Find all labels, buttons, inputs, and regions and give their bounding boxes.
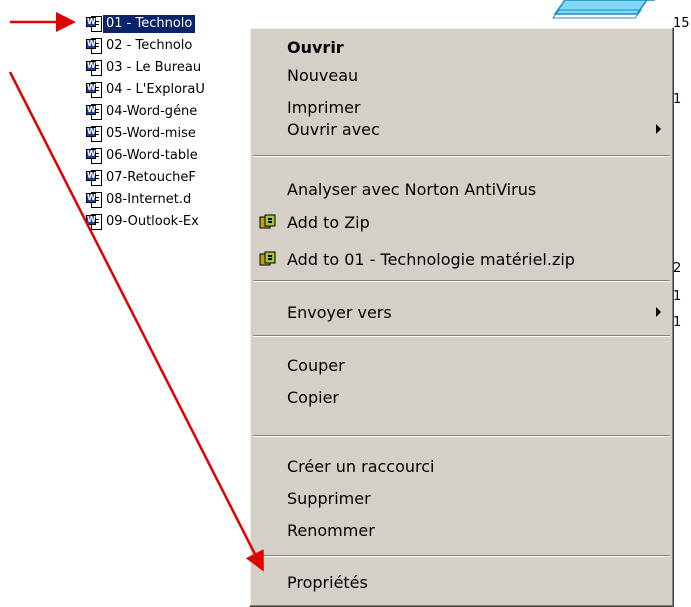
file-name: 04 - L'ExploraU — [106, 82, 205, 97]
menu-separator — [253, 280, 670, 282]
menu-label: Envoyer vers — [287, 302, 392, 322]
file-item-10[interactable]: W 09-Outlook-Ex — [86, 211, 202, 233]
menu-separator — [253, 155, 670, 157]
menu-label: Copier — [287, 387, 339, 407]
menu-item-rename[interactable]: Renommer — [250, 515, 673, 545]
menu-item-scan-norton[interactable]: Analyser avec Norton AntiVirus — [250, 174, 673, 204]
file-item-06[interactable]: W 05-Word-mise — [86, 123, 199, 145]
file-item-04[interactable]: W 04 - L'ExploraU — [86, 79, 208, 101]
file-item-09[interactable]: W 08-Internet.d — [86, 189, 194, 211]
winzip-icon — [259, 251, 276, 266]
menu-label: Ouvrir — [287, 37, 344, 57]
menu-item-add-zip[interactable]: Add to Zip — [250, 207, 673, 237]
file-item-01[interactable]: W 01 - Technolo — [86, 13, 196, 35]
file-name: 06-Word-table — [106, 148, 198, 163]
winzip-icon — [259, 214, 276, 229]
file-size: 1 — [673, 315, 682, 330]
word-document-icon: W — [86, 15, 102, 33]
file-item-05[interactable]: W 04-Word-géne — [86, 101, 200, 123]
file-name: 01 - Technolo — [103, 15, 196, 33]
menu-label: Supprimer — [287, 488, 371, 508]
word-document-icon: W — [86, 191, 102, 209]
file-size: 1 — [673, 289, 682, 304]
file-name: 05-Word-mise — [106, 126, 196, 141]
word-document-icon: W — [86, 147, 102, 165]
menu-item-copy[interactable]: Copier — [250, 382, 673, 412]
menu-label: Analyser avec Norton AntiVirus — [287, 179, 537, 199]
file-item-03[interactable]: W 03 - Le Bureau — [86, 57, 204, 79]
menu-label: Add to 01 - Technologie matériel.zip — [287, 249, 575, 269]
menu-item-delete[interactable]: Supprimer — [250, 483, 673, 513]
decorative-shape — [552, 0, 655, 19]
submenu-arrow-icon — [656, 307, 661, 317]
menu-item-send-to[interactable]: Envoyer vers — [250, 297, 673, 327]
word-document-icon: W — [86, 213, 102, 231]
menu-item-open-with[interactable]: Ouvrir avec — [250, 114, 673, 144]
file-item-08[interactable]: W 07-RetoucheF — [86, 167, 199, 189]
file-name: 07-RetoucheF — [106, 170, 196, 185]
menu-label: Add to Zip — [287, 212, 370, 232]
word-document-icon: W — [86, 81, 102, 99]
word-document-icon: W — [86, 103, 102, 121]
word-document-icon: W — [86, 59, 102, 77]
menu-item-properties[interactable]: Propriétés — [250, 567, 673, 597]
file-name: 02 - Technolo — [106, 38, 193, 53]
menu-separator — [253, 435, 670, 437]
menu-item-open[interactable]: Ouvrir — [250, 32, 673, 62]
file-name: 04-Word-géne — [106, 104, 198, 119]
file-size: 1 — [673, 92, 682, 107]
menu-label: Nouveau — [287, 65, 359, 85]
context-menu: Ouvrir Nouveau Imprimer Ouvrir avec Anal… — [249, 27, 674, 607]
menu-label: Renommer — [287, 520, 375, 540]
word-document-icon: W — [86, 169, 102, 187]
file-item-07[interactable]: W 06-Word-table — [86, 145, 201, 167]
menu-label: Ouvrir avec — [287, 119, 380, 139]
file-name: 09-Outlook-Ex — [106, 214, 199, 229]
menu-item-create-shortcut[interactable]: Créer un raccourci — [250, 451, 673, 481]
menu-label: Propriétés — [287, 572, 368, 592]
menu-item-cut[interactable]: Couper — [250, 350, 673, 380]
menu-label: Créer un raccourci — [287, 456, 435, 476]
file-name: 08-Internet.d — [106, 192, 192, 207]
menu-item-new[interactable]: Nouveau — [250, 60, 673, 90]
menu-item-add-to-named-zip[interactable]: Add to 01 - Technologie matériel.zip — [250, 244, 673, 274]
file-item-02[interactable]: W 02 - Technolo — [86, 35, 195, 57]
word-document-icon: W — [86, 125, 102, 143]
file-size: 15 — [673, 16, 690, 31]
menu-separator — [253, 555, 670, 557]
file-size: 2 — [673, 261, 682, 276]
word-document-icon: W — [86, 37, 102, 55]
file-name: 03 - Le Bureau — [106, 60, 202, 75]
menu-separator — [253, 335, 670, 337]
menu-label: Couper — [287, 355, 345, 375]
submenu-arrow-icon — [656, 124, 661, 134]
